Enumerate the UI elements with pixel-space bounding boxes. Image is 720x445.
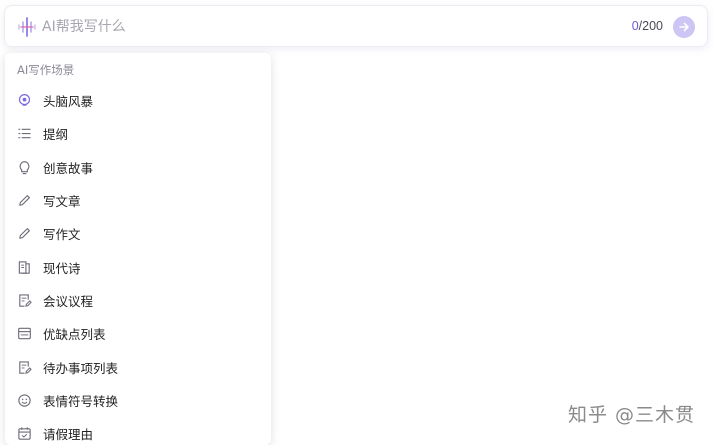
pen-icon <box>16 193 32 209</box>
menu-item-leave-reason[interactable]: 请假理由 <box>5 417 271 445</box>
menu-item-label: 创意故事 <box>43 160 94 176</box>
arrow-right-icon <box>679 22 689 32</box>
menu-item-label: 会议议程 <box>43 293 94 309</box>
menu-item-outline[interactable]: 提纲 <box>5 117 271 150</box>
menu-item-meeting-agenda[interactable]: 会议议程 <box>5 284 271 317</box>
menu-item-write-article[interactable]: 写文章 <box>5 184 271 217</box>
menu-item-pros-cons-list[interactable]: 优缺点列表 <box>5 317 271 350</box>
edit-document-icon <box>16 359 32 375</box>
writing-scenario-dropdown: AI写作场景 头脑风暴 提纲 创意故事 写文章 写作文 现代诗 会议议程 优缺点… <box>5 53 271 445</box>
char-count: 0 <box>631 19 639 33</box>
menu-item-label: 头脑风暴 <box>43 94 94 110</box>
idea-bulb-icon <box>16 159 32 175</box>
menu-item-label: 写作文 <box>43 227 81 243</box>
menu-item-label: 优缺点列表 <box>43 327 106 343</box>
zhihu-watermark: 知乎 @三木贯 <box>568 404 696 426</box>
lightbulb-brain-icon <box>16 93 32 109</box>
menu-item-todo-list[interactable]: 待办事项列表 <box>5 350 271 383</box>
menu-item-label: 待办事项列表 <box>43 360 119 376</box>
edit-document-icon <box>16 292 32 308</box>
menu-item-label: 表情符号转换 <box>43 393 119 409</box>
smiley-icon <box>16 392 32 408</box>
char-limit: /200 <box>638 19 663 33</box>
menu-item-emoji-convert[interactable]: 表情符号转换 <box>5 384 271 417</box>
ai-prompt-bar: 0/200 <box>4 5 708 47</box>
ai-sparkle-icon <box>18 17 36 37</box>
menu-item-creative-story[interactable]: 创意故事 <box>5 151 271 184</box>
dropdown-heading: AI写作场景 <box>17 63 75 77</box>
menu-item-brainstorm[interactable]: 头脑风暴 <box>5 84 271 117</box>
scenario-menu: 头脑风暴 提纲 创意故事 写文章 写作文 现代诗 会议议程 优缺点列表 待办事项… <box>5 84 271 445</box>
pen-icon <box>16 226 32 242</box>
outline-list-icon <box>16 126 32 142</box>
menu-item-label: 请假理由 <box>43 427 94 443</box>
menu-item-label: 现代诗 <box>43 260 81 276</box>
menu-item-label: 写文章 <box>43 194 81 210</box>
book-icon <box>16 259 32 275</box>
calendar-icon <box>16 426 32 442</box>
ai-prompt-input[interactable] <box>42 15 602 39</box>
menu-item-label: 提纲 <box>43 127 69 143</box>
char-counter: 0/200 <box>632 19 663 33</box>
table-icon <box>16 326 32 342</box>
send-button[interactable] <box>673 16 695 38</box>
menu-item-modern-poetry[interactable]: 现代诗 <box>5 250 271 283</box>
menu-item-write-essay[interactable]: 写作文 <box>5 217 271 250</box>
